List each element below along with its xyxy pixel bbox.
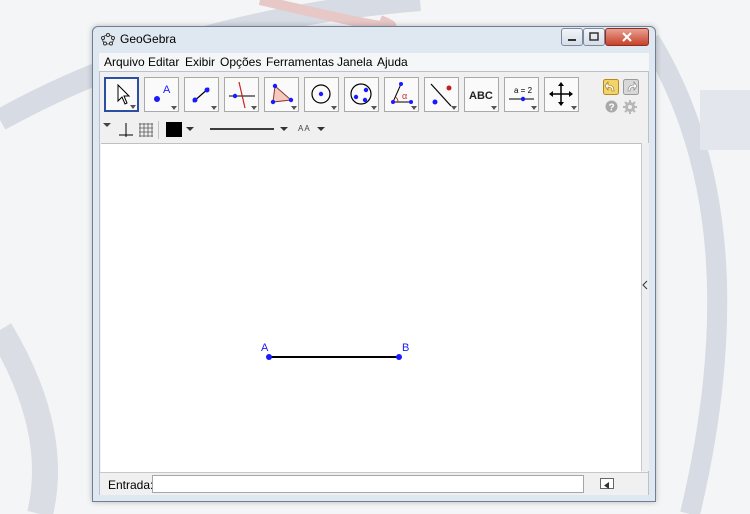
input-bar: Entrada: (100, 472, 648, 495)
point-b-label: B (402, 342, 410, 354)
color-swatch[interactable] (166, 122, 182, 137)
circle-tool[interactable] (304, 77, 339, 112)
style-bar: AA (100, 118, 648, 142)
new-point-tool[interactable]: A (144, 77, 179, 112)
line-tool[interactable] (184, 77, 219, 112)
chevron-down-icon[interactable] (317, 127, 325, 132)
chevron-left-icon (642, 280, 648, 290)
close-icon (622, 32, 632, 42)
line-style-dropdown[interactable] (208, 122, 298, 136)
undo-icon[interactable] (603, 79, 619, 95)
redo-icon[interactable] (623, 79, 639, 95)
ellipse-tool[interactable] (344, 77, 379, 112)
svg-text:A: A (163, 84, 171, 96)
menu-bar: Arquivo Editar Exibir Opções Ferramentas… (99, 53, 649, 71)
text-tool[interactable]: ABC (464, 77, 499, 112)
menu-opcoes[interactable]: Opções (220, 55, 261, 69)
menu-arquivo[interactable]: Arquivo (104, 55, 145, 69)
maximize-button[interactable] (583, 28, 605, 46)
reflect-tool[interactable] (424, 77, 459, 112)
angle-tool[interactable]: α (384, 77, 419, 112)
minimize-button[interactable] (561, 28, 583, 46)
sidebar-toggle[interactable] (641, 143, 649, 471)
menu-editar[interactable]: Editar (148, 55, 179, 69)
input-label: Entrada: (108, 478, 154, 492)
geogebra-logo-icon (101, 33, 115, 46)
font-size-button[interactable]: AA (298, 124, 311, 133)
move-graphics-view-tool[interactable] (544, 77, 579, 112)
grid-icon[interactable] (138, 122, 154, 138)
polygon-tool[interactable] (264, 77, 299, 112)
geogebra-window: GeoGebra Arquivo Editar Exibir Opções Fe… (92, 26, 656, 502)
gear-icon[interactable] (623, 100, 637, 114)
point-a[interactable] (266, 354, 272, 360)
restore-icon (589, 32, 599, 41)
title-bar: GeoGebra (93, 27, 655, 51)
perpendicular-line-tool[interactable] (224, 77, 259, 112)
stylebar-toggle-icon[interactable] (102, 122, 112, 128)
help-icon[interactable]: ? (605, 100, 618, 113)
main-content: A α ABC a = 2 ? AA A B Entrada: (99, 71, 649, 495)
chevron-down-icon[interactable] (186, 127, 194, 132)
input-help-button[interactable] (600, 478, 614, 489)
graphics-canvas[interactable] (101, 144, 641, 472)
input-field[interactable] (152, 475, 584, 493)
minimize-icon (568, 39, 576, 41)
menu-ferramentas[interactable]: Ferramentas (266, 55, 334, 69)
divider (158, 121, 159, 139)
point-a-label: A (261, 342, 269, 354)
svg-text:?: ? (609, 103, 615, 114)
window-title: GeoGebra (120, 32, 177, 46)
slider-tool[interactable]: a = 2 (504, 77, 539, 112)
svg-text:α: α (402, 91, 407, 101)
move-tool[interactable] (104, 77, 139, 112)
point-b[interactable] (396, 354, 402, 360)
triangle-left-icon (604, 482, 609, 489)
menu-ajuda[interactable]: Ajuda (377, 55, 408, 69)
close-button[interactable] (605, 28, 649, 46)
graphics-view[interactable]: A B (101, 143, 641, 472)
svg-text:ABC: ABC (469, 90, 493, 102)
menu-janela[interactable]: Janela (337, 55, 372, 69)
menu-exibir[interactable]: Exibir (185, 55, 215, 69)
axes-icon[interactable] (118, 122, 134, 138)
svg-text:a = 2: a = 2 (514, 86, 533, 95)
